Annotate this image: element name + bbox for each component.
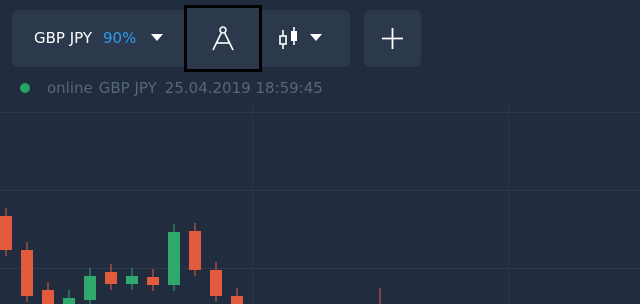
candlestick-icon	[279, 27, 297, 49]
add-chart-button[interactable]	[364, 10, 421, 67]
candle-body	[147, 277, 159, 285]
payout-percent: 90%	[103, 29, 137, 47]
status-datetime: 25.04.2019 18:59:45	[164, 79, 323, 97]
online-indicator-dot	[20, 83, 30, 93]
chevron-down-icon	[310, 34, 322, 41]
status-pair: GBP JPY	[98, 79, 157, 97]
compass-icon	[212, 26, 234, 51]
asset-selector[interactable]: GBP JPY 90%	[12, 10, 182, 67]
plus-icon	[382, 28, 403, 49]
candle-body	[21, 250, 33, 296]
chevron-down-icon	[151, 34, 163, 41]
chart-type-button[interactable]	[266, 10, 350, 67]
candle-body	[126, 276, 138, 284]
candle-body	[231, 296, 243, 304]
candle-body	[189, 231, 201, 270]
status-line: online GBP JPY 25.04.2019 18:59:45	[20, 79, 323, 97]
candle-body	[168, 232, 180, 285]
drawing-tools-button[interactable]	[184, 5, 262, 72]
candle-body	[84, 276, 96, 300]
toolbar-group: GBP JPY 90%	[12, 5, 350, 72]
candle-body	[105, 272, 117, 284]
asset-name: GBP JPY	[34, 29, 93, 47]
status-label: online	[47, 79, 93, 97]
candle-body	[42, 290, 54, 304]
candle-body	[0, 216, 12, 250]
candle-body	[210, 270, 222, 296]
candle-body	[63, 298, 75, 304]
